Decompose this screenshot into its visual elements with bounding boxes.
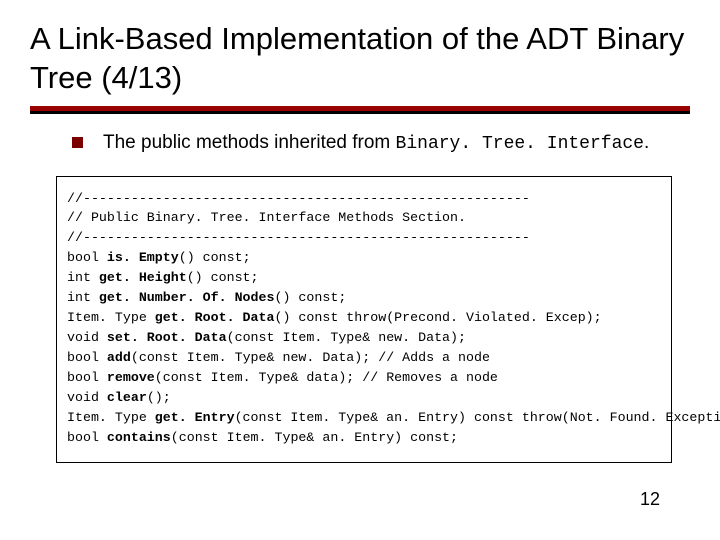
bullet-row: The public methods inherited from Binary… bbox=[72, 132, 690, 154]
bullet-text-code: Binary. Tree. Interface bbox=[396, 134, 644, 154]
square-bullet-icon bbox=[72, 137, 83, 148]
bullet-text-pre: The public methods inherited from bbox=[103, 132, 396, 153]
bullet-text: The public methods inherited from Binary… bbox=[103, 132, 649, 154]
bullet-text-post: . bbox=[644, 132, 649, 153]
slide: A Link-Based Implementation of the ADT B… bbox=[0, 0, 720, 540]
slide-number: 12 bbox=[640, 489, 660, 510]
slide-title: A Link-Based Implementation of the ADT B… bbox=[30, 20, 690, 98]
title-rule bbox=[30, 106, 690, 114]
code-block: //--------------------------------------… bbox=[56, 176, 672, 463]
